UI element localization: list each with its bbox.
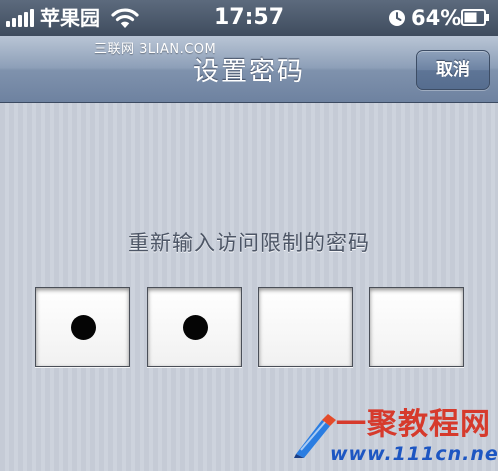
status-bar: 苹果园 17:57 64% [0,0,498,36]
passcode-digit-1[interactable] [35,287,130,367]
battery-percent: 64% [411,6,462,30]
passcode-digit-3[interactable] [258,287,353,367]
passcode-digit-4[interactable] [369,287,464,367]
status-time: 17:57 [213,5,285,30]
page-title: 设置密码 [192,57,305,87]
signal-bars-icon [6,9,34,27]
watermark-logo: 一聚教程网 www.111cn.net [292,407,498,468]
battery-icon [461,9,489,26]
logo-url: www.111cn.net [330,443,498,465]
wifi-icon [111,8,139,28]
logo-text: 一聚教程网 [336,407,491,442]
passcode-dot [183,315,208,340]
site-watermark: 三联网 3LIAN.COM [94,42,217,57]
passcode-dot [71,315,96,340]
nav-bar: 三联网 3LIAN.COM 设置密码 取消 [0,36,498,103]
passcode-digit-2[interactable] [147,287,242,367]
carrier-name: 苹果园 [40,6,100,30]
cancel-button[interactable]: 取消 [416,50,490,90]
passcode-prompt: 重新输入访问限制的密码 [128,231,370,255]
clock-icon [389,10,405,26]
